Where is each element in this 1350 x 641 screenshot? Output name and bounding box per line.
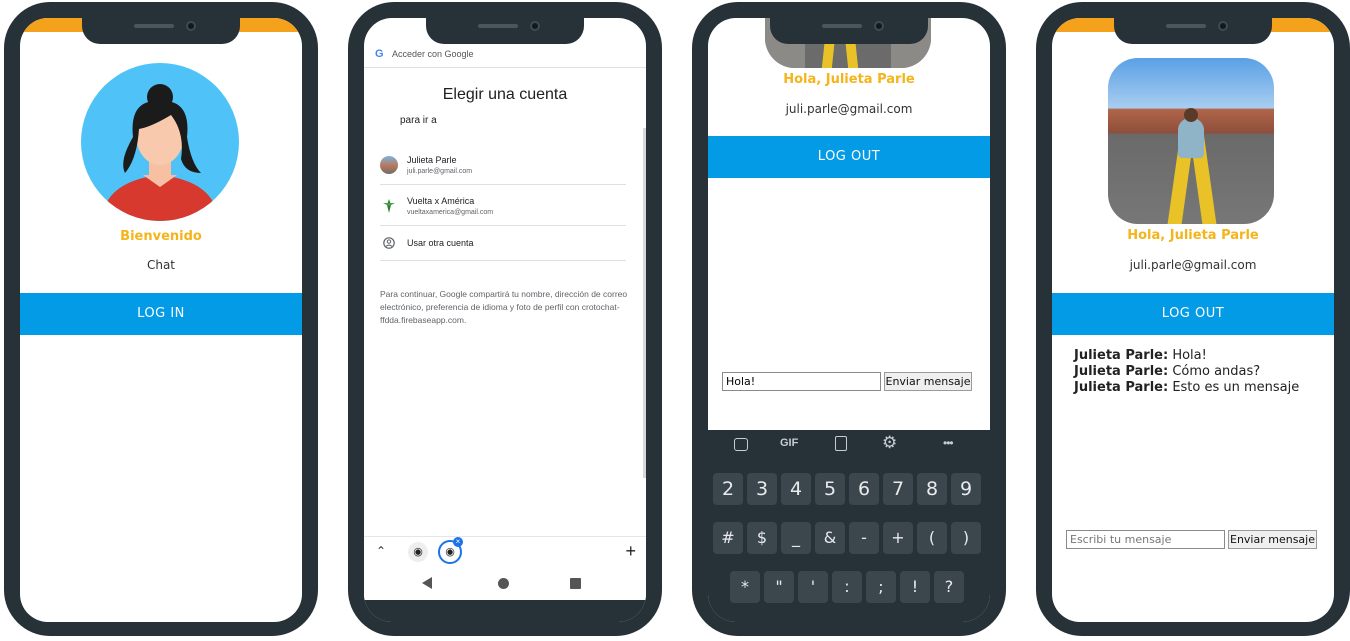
gif-button[interactable]: GIF bbox=[780, 437, 798, 449]
login-button[interactable]: LOG IN bbox=[20, 293, 302, 335]
clipboard-icon[interactable] bbox=[835, 436, 847, 451]
key-5[interactable]: 5 bbox=[815, 473, 845, 505]
use-other-account-row[interactable]: Usar otra cuenta bbox=[380, 227, 626, 261]
google-logo-icon: G bbox=[375, 48, 384, 60]
account-circle-icon bbox=[383, 237, 395, 249]
chat-message: Julieta Parle: Hola! bbox=[1074, 348, 1207, 363]
key-4[interactable]: 4 bbox=[781, 473, 811, 505]
account-email: vueltaxamerica@gmail.com bbox=[407, 209, 494, 216]
chat-message: Julieta Parle: Esto es un mensaje bbox=[1074, 380, 1300, 395]
account-name: Vuelta x América bbox=[407, 196, 475, 206]
phone-notch bbox=[770, 16, 928, 44]
android-nav-bar bbox=[364, 568, 646, 600]
default-avatar-icon bbox=[81, 63, 239, 221]
greeting-title: Hola, Julieta Parle bbox=[1127, 228, 1259, 243]
screen-google-chooser: G Acceder con Google Elegir una cuenta p… bbox=[364, 18, 646, 622]
phone-frame-2: G Acceder con Google Elegir una cuenta p… bbox=[348, 2, 662, 636]
profile-photo bbox=[1108, 58, 1274, 224]
back-triangle-icon[interactable] bbox=[422, 577, 432, 589]
welcome-title: Bienvenido bbox=[120, 229, 202, 244]
bottom-bezel bbox=[364, 600, 646, 622]
screen-typing: Hola, Julieta Parle juli.parle@gmail.com… bbox=[708, 18, 990, 622]
browser-tab-bar: ⌃ ◉ ◉ × + bbox=[364, 536, 646, 568]
chevron-up-icon[interactable]: ⌃ bbox=[376, 544, 386, 558]
account-avatar-photo bbox=[380, 156, 398, 174]
screen-login: Bienvenido Chat LOG IN bbox=[20, 18, 302, 622]
phone-frame-3: Hola, Julieta Parle juli.parle@gmail.com… bbox=[692, 2, 1006, 636]
message-input[interactable] bbox=[1066, 530, 1225, 549]
use-other-account-label: Usar otra cuenta bbox=[407, 238, 474, 248]
account-name: Julieta Parle bbox=[407, 155, 457, 165]
key-single-quote[interactable]: ' bbox=[798, 571, 828, 603]
account-row-julieta[interactable]: Julieta Parle juli.parle@gmail.com bbox=[380, 145, 626, 185]
user-email: juli.parle@gmail.com bbox=[1129, 258, 1257, 272]
scrollbar[interactable] bbox=[643, 128, 646, 478]
key-double-quote[interactable]: " bbox=[764, 571, 794, 603]
key-6[interactable]: 6 bbox=[849, 473, 879, 505]
phone-notch bbox=[82, 16, 240, 44]
phone-frame-1: Bienvenido Chat LOG IN bbox=[4, 2, 318, 636]
home-circle-icon[interactable] bbox=[498, 578, 509, 589]
key-2[interactable]: 2 bbox=[713, 473, 743, 505]
message-input[interactable] bbox=[722, 372, 881, 391]
google-header: G Acceder con Google bbox=[364, 42, 646, 68]
key-3[interactable]: 3 bbox=[747, 473, 777, 505]
send-message-button[interactable]: Enviar mensaje bbox=[884, 372, 972, 391]
settings-gear-icon[interactable]: ⚙ bbox=[882, 433, 897, 453]
account-avatar-logo bbox=[380, 197, 398, 215]
key-8[interactable]: 8 bbox=[917, 473, 947, 505]
more-options-icon[interactable]: ••• bbox=[943, 436, 954, 450]
logout-button[interactable]: LOG OUT bbox=[1052, 293, 1334, 335]
chat-message: Julieta Parle: Cómo andas? bbox=[1074, 364, 1261, 379]
key-question[interactable]: ? bbox=[934, 571, 964, 603]
key-plus[interactable]: + bbox=[883, 522, 913, 554]
key-hash[interactable]: # bbox=[713, 522, 743, 554]
key-open-paren[interactable]: ( bbox=[917, 522, 947, 554]
key-exclamation[interactable]: ! bbox=[900, 571, 930, 603]
send-message-button[interactable]: Enviar mensaje bbox=[1228, 530, 1317, 549]
phone-frame-4: Hola, Julieta Parle juli.parle@gmail.com… bbox=[1036, 2, 1350, 636]
privacy-note: Para continuar, Google compartirá tu nom… bbox=[380, 289, 628, 325]
key-semicolon[interactable]: ; bbox=[866, 571, 896, 603]
logout-button[interactable]: LOG OUT bbox=[708, 136, 990, 178]
soft-keyboard: GIF ⚙ ••• 2 3 4 5 6 7 8 9 # $ _ & - + ( … bbox=[708, 430, 990, 622]
key-close-paren[interactable]: ) bbox=[951, 522, 981, 554]
account-email: juli.parle@gmail.com bbox=[407, 168, 473, 175]
key-7[interactable]: 7 bbox=[883, 473, 913, 505]
recents-square-icon[interactable] bbox=[570, 578, 581, 589]
chat-subtitle: Chat bbox=[146, 258, 176, 272]
choose-account-subtitle: para ir a bbox=[400, 115, 437, 126]
key-colon[interactable]: : bbox=[832, 571, 862, 603]
choose-account-title: Elegir una cuenta bbox=[442, 86, 568, 103]
key-ampersand[interactable]: & bbox=[815, 522, 845, 554]
key-minus[interactable]: - bbox=[849, 522, 879, 554]
key-underscore[interactable]: _ bbox=[781, 522, 811, 554]
close-tab-icon[interactable]: × bbox=[453, 537, 463, 547]
globe-tab-icon[interactable]: ◉ bbox=[408, 542, 428, 562]
key-9[interactable]: 9 bbox=[951, 473, 981, 505]
phone-notch bbox=[1114, 16, 1272, 44]
sticker-icon[interactable] bbox=[734, 438, 748, 451]
screen-chat: Hola, Julieta Parle juli.parle@gmail.com… bbox=[1052, 18, 1334, 622]
key-dollar[interactable]: $ bbox=[747, 522, 777, 554]
key-asterisk[interactable]: * bbox=[730, 571, 760, 603]
greeting-title: Hola, Julieta Parle bbox=[783, 72, 915, 87]
user-email: juli.parle@gmail.com bbox=[785, 102, 913, 116]
phone-notch bbox=[426, 16, 584, 44]
google-header-label: Acceder con Google bbox=[392, 49, 474, 59]
new-tab-plus-icon[interactable]: + bbox=[625, 541, 636, 562]
account-row-vuelta[interactable]: Vuelta x América vueltaxamerica@gmail.co… bbox=[380, 186, 626, 226]
